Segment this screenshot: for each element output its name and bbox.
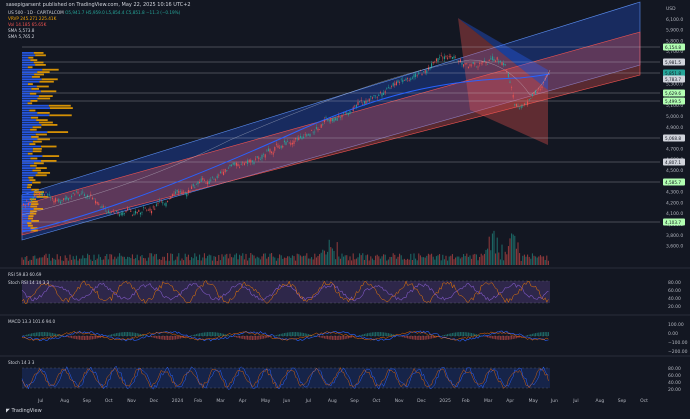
x-tick-label: Aug <box>328 398 337 404</box>
rsi-label[interactable]: RSI 59.83 60.69 <box>8 272 42 277</box>
y-tick-label: 3,600.0 <box>666 244 683 250</box>
x-tick-label: Feb <box>462 398 470 404</box>
x-tick-label: Mar <box>216 398 225 404</box>
x-tick-label: 2024 <box>172 398 184 404</box>
svg-text:5,851.8: 5,851.8 <box>665 71 681 76</box>
indicator-tick: 40.00 <box>668 296 681 302</box>
price-tag: 5,851.8 <box>663 69 685 77</box>
x-tick-label: Apr <box>506 398 514 404</box>
y-axis[interactable]: USD6,100.05,900.05,800.05,700.05,600.05,… <box>666 6 683 250</box>
macd-label[interactable]: MACD 13.3 101.6 94.0 <box>8 319 56 324</box>
rsi-pane <box>21 280 550 305</box>
indicator-tick: 0.00 <box>668 331 678 337</box>
y-tick-label: 4,900.0 <box>666 125 683 131</box>
chart-canvas[interactable]: USD6,100.05,900.05,800.05,700.05,600.05,… <box>0 0 690 419</box>
x-tick-label: Jun <box>550 398 558 404</box>
x-tick-label: Dec <box>150 398 159 404</box>
x-tick-label: Oct <box>105 398 113 404</box>
price-tag: 5,783.7 <box>663 75 685 83</box>
y-tick-label: 4,500.0 <box>666 168 683 174</box>
stoch-label[interactable]: Stoch 14 3 3 <box>8 360 35 365</box>
indicator-tick: −100.00 <box>668 340 688 346</box>
x-tick-label: Apr <box>239 398 247 404</box>
x-tick-label: Jul <box>305 398 311 404</box>
y-tick-label: 4,200.0 <box>666 200 683 206</box>
stoch-rsi-label[interactable]: Stoch RSI 14 14 3 3 <box>8 280 50 285</box>
indicator-tick: 80.00 <box>668 280 681 286</box>
indicator-tick: −200.00 <box>668 349 688 355</box>
svg-text:4,103.7: 4,103.7 <box>665 220 681 225</box>
tradingview-logo[interactable]: ◤ TradingView <box>6 408 42 414</box>
indicator-tick: 80.00 <box>668 366 681 372</box>
x-tick-label: Jul <box>37 398 43 404</box>
svg-text:5,629.6: 5,629.6 <box>665 91 681 96</box>
indicator-tick: 60.00 <box>668 288 681 294</box>
x-tick-label: May <box>261 398 271 404</box>
svg-text:6,154.8: 6,154.8 <box>665 45 681 50</box>
x-tick-label: Sep <box>83 398 92 404</box>
y-tick-label: 6,100.0 <box>666 17 683 23</box>
indicator-tick: 20.00 <box>668 387 681 393</box>
indicator-tick: 60.00 <box>668 373 681 379</box>
x-tick-label: Feb <box>194 398 202 404</box>
svg-text:4,585.7: 4,585.7 <box>665 180 681 185</box>
y-tick-label: 5,900.0 <box>666 28 683 34</box>
y-tick-label: 4,300.0 <box>666 190 683 196</box>
indicator-tick: 40.00 <box>668 380 681 386</box>
price-tag: 4,103.7 <box>663 218 685 226</box>
x-tick-label: Mar <box>484 398 493 404</box>
price-tag: 5,499.5 <box>663 97 685 105</box>
x-axis[interactable]: Jul Aug Sep Oct Nov Dec 2024 Feb Mar Apr May Jun Jul… <box>37 398 648 404</box>
price-tag: 5,629.6 <box>663 89 685 97</box>
x-tick-label: Jul <box>572 398 578 404</box>
stoch-pane <box>21 365 550 390</box>
volume-bars <box>21 230 549 265</box>
svg-text:5,499.5: 5,499.5 <box>665 99 681 104</box>
y-tick-label: 5,000.0 <box>666 114 683 120</box>
indicator-axes: 80.0060.0040.0020.00100.000.00−100.00−20… <box>668 280 688 393</box>
x-tick-label: Oct <box>640 398 648 404</box>
y-tick-label: 4,100.0 <box>666 211 683 217</box>
macd-pane <box>21 330 550 342</box>
y-tick-label: USD <box>666 6 676 12</box>
x-tick-label: Sep <box>618 398 627 404</box>
svg-text:5,068.8: 5,068.8 <box>665 136 681 141</box>
x-tick-label: Oct <box>373 398 381 404</box>
price-tag: 6,154.8 <box>663 43 685 51</box>
x-tick-label: Dec <box>417 398 426 404</box>
indicator-tick: 20.00 <box>668 304 681 310</box>
tv-icon: ◤ <box>6 408 10 414</box>
x-tick-label: Aug <box>60 398 69 404</box>
indicator-tick: 100.00 <box>668 322 684 328</box>
main-pane <box>21 1 660 265</box>
x-tick-label: Aug <box>596 398 605 404</box>
price-tag: 5,068.8 <box>663 134 685 142</box>
x-tick-label: 2025 <box>439 398 451 404</box>
x-tick-label: Nov <box>395 398 404 404</box>
price-tag: 4,807.1 <box>663 158 685 166</box>
svg-text:5,981.5: 5,981.5 <box>665 60 681 65</box>
svg-text:4,807.1: 4,807.1 <box>665 160 681 165</box>
x-tick-label: Sep <box>350 398 359 404</box>
x-tick-label: Jun <box>282 398 290 404</box>
price-tags: 6,154.8 5,981.5 5,851.85,783.7 5,629.6 5,499… <box>663 43 685 226</box>
y-tick-label: 3,800.0 <box>666 233 683 239</box>
price-tag: 4,585.7 <box>663 178 685 186</box>
price-tag: 5,981.5 <box>663 58 685 66</box>
x-tick-label: May <box>529 398 539 404</box>
x-tick-label: Nov <box>127 398 136 404</box>
svg-text:5,783.7: 5,783.7 <box>665 77 681 82</box>
y-tick-label: 4,700.0 <box>666 146 683 152</box>
